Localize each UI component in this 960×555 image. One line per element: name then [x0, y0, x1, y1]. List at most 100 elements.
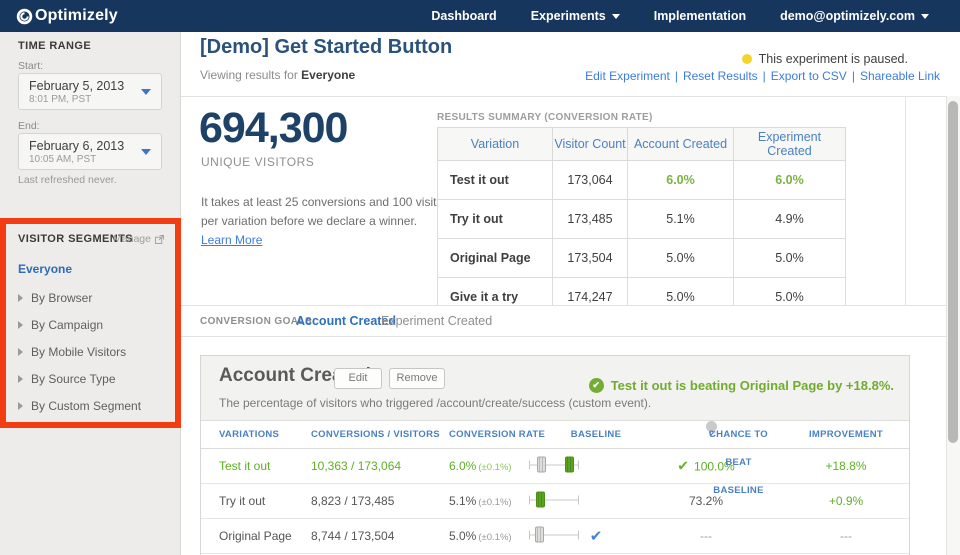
unique-visitors-label: UNIQUE VISITORS	[201, 155, 314, 169]
variation-rate-handle[interactable]	[536, 492, 545, 508]
remove-goal-button[interactable]: Remove	[389, 368, 445, 389]
goal-panel-header: Account Created Edit Remove The percenta…	[201, 356, 909, 421]
tab-experiment-created[interactable]: Experiment Created	[381, 314, 492, 328]
account-created-goal-panel: Account Created Edit Remove The percenta…	[200, 355, 910, 555]
error-margin: (±0.1%)	[478, 532, 511, 543]
variation-name: Test it out	[438, 161, 553, 200]
start-date-value: February 5, 2013	[29, 79, 124, 93]
summary-header-row: Variation Visitor Count Account Created …	[438, 128, 846, 161]
error-margin: (±0.1%)	[478, 497, 511, 508]
viewing-segment-name: Everyone	[301, 68, 355, 82]
chance-to-beat-baseline: ---	[641, 529, 771, 543]
column-experiment-created: Experiment Created	[734, 128, 846, 161]
improvement: ---	[796, 529, 896, 543]
export-to-csv-link[interactable]: Export to CSV	[771, 69, 847, 83]
baseline-rate-handle[interactable]	[535, 527, 544, 543]
column-baseline: BASELINE	[566, 421, 626, 449]
experiment-created-rate: 5.0%	[734, 239, 846, 278]
results-summary-table: Variation Visitor Count Account Created …	[437, 127, 846, 317]
help-question-icon[interactable]: ?	[706, 421, 717, 432]
start-time-value: 8:01 PM, PST	[29, 94, 91, 105]
nav-implementation[interactable]: Implementation	[637, 9, 763, 23]
table-row: Test it out 10,363 / 173,064 6.0%(±0.1%)…	[201, 449, 909, 484]
paused-status-icon	[742, 54, 752, 64]
nav-experiments[interactable]: Experiments	[514, 9, 637, 23]
vertical-scrollbar-thumb[interactable]	[948, 101, 958, 443]
column-account-created: Account Created	[628, 128, 734, 161]
chevron-down-icon	[141, 89, 151, 95]
improvement: +18.8%	[796, 459, 896, 473]
account-created-rate: 5.0%	[628, 239, 734, 278]
conversions-visitors: 8,744 / 173,504	[311, 529, 394, 543]
variation-name: Try it out	[438, 200, 553, 239]
shareable-link[interactable]: Shareable Link	[860, 69, 940, 83]
nav-account-menu[interactable]: demo@optimizely.com	[763, 9, 946, 23]
optimizely-logo[interactable]: Optimizely	[16, 7, 118, 25]
conversion-rate: 5.1%(±0.1%)	[449, 494, 512, 508]
reset-results-link[interactable]: Reset Results	[683, 69, 758, 83]
end-label: End:	[18, 120, 40, 132]
experiment-created-rate: 4.9%	[734, 200, 846, 239]
visitor-count: 173,064	[553, 161, 628, 200]
conversion-rate: 6.0%(±0.1%)	[449, 459, 512, 473]
link-separator: |	[852, 69, 855, 83]
link-separator: |	[763, 69, 766, 83]
table-row: Original Page 8,744 / 173,504 5.0%(±0.1%…	[201, 519, 909, 554]
column-variation: Variation	[438, 128, 553, 161]
segment-by-campaign[interactable]: By Campaign	[18, 318, 103, 332]
segment-everyone-selected[interactable]: Everyone	[18, 262, 72, 276]
header-divider	[181, 96, 946, 97]
error-margin: (±0.1%)	[478, 462, 511, 473]
column-visitor-count: Visitor Count	[553, 128, 628, 161]
conversions-visitors: 10,363 / 173,064	[311, 459, 401, 473]
chevron-right-icon	[18, 321, 23, 329]
unique-visitors-count: 694,300	[199, 104, 347, 153]
optimizely-o-icon	[16, 8, 33, 25]
segment-by-mobile-visitors[interactable]: By Mobile Visitors	[18, 345, 126, 359]
link-separator: |	[675, 69, 678, 83]
end-date-value: February 6, 2013	[29, 139, 124, 153]
external-link-icon	[155, 235, 164, 244]
end-date-picker[interactable]: February 6, 2013 10:05 AM, PST	[18, 133, 162, 170]
start-label: Start:	[18, 60, 43, 72]
edit-experiment-link[interactable]: Edit Experiment	[585, 69, 670, 83]
conversion-rate: 5.0%(±0.1%)	[449, 529, 512, 543]
start-date-picker[interactable]: February 5, 2013 8:01 PM, PST	[18, 73, 162, 110]
chevron-down-icon	[921, 14, 929, 19]
learn-more-link[interactable]: Learn More	[201, 233, 262, 247]
conversion-goals-bar: CONVERSION GOALS: Account Created Experi…	[181, 305, 946, 337]
segment-by-browser[interactable]: By Browser	[18, 291, 92, 305]
confidence-interval-slider[interactable]	[529, 492, 579, 511]
variation-rate-handle[interactable]	[565, 457, 574, 473]
account-created-rate: 6.0%	[628, 161, 734, 200]
nav-dashboard[interactable]: Dashboard	[414, 9, 513, 23]
baseline-rate-handle[interactable]	[537, 457, 546, 473]
segment-by-custom-segment[interactable]: By Custom Segment	[18, 399, 141, 413]
check-circle-icon: ✔	[589, 378, 604, 393]
chevron-right-icon	[18, 294, 23, 302]
status-text: This experiment is paused.	[759, 52, 908, 66]
variation-name: Try it out	[219, 494, 265, 508]
column-conversions-visitors: CONVERSIONS / VISITORS	[311, 421, 440, 449]
segment-by-source-type[interactable]: By Source Type	[18, 372, 116, 386]
page-title: [Demo] Get Started Button	[200, 36, 452, 59]
table-row: Try it out 173,485 5.1% 4.9%	[438, 200, 846, 239]
logo-text: Optimizely	[35, 7, 118, 25]
table-row: Original Page 173,504 5.0% 5.0%	[438, 239, 846, 278]
winner-status-message: ✔ Test it out is beating Original Page b…	[589, 378, 894, 393]
winner-declaration-note: It takes at least 25 conversions and 100…	[201, 193, 461, 230]
chevron-right-icon	[18, 402, 23, 410]
baseline-check-icon: ✔	[566, 527, 626, 545]
chance-to-beat-baseline: ✔100.0%	[641, 458, 771, 475]
visitor-count: 173,485	[553, 200, 628, 239]
nav-items: Dashboard Experiments Implementation dem…	[414, 9, 960, 23]
edit-goal-button[interactable]: Edit	[334, 368, 382, 389]
experiment-status: This experiment is paused.	[742, 52, 908, 66]
end-time-value: 10:05 AM, PST	[29, 154, 96, 165]
confidence-interval-slider[interactable]	[529, 457, 579, 476]
experiment-created-rate: 6.0%	[734, 161, 846, 200]
table-row: Try it out 8,823 / 173,485 5.1%(±0.1%) 7…	[201, 484, 909, 519]
chance-to-beat-baseline: 73.2%	[641, 494, 771, 508]
column-conversion-rate: CONVERSION RATE	[449, 421, 545, 449]
manage-segments-link[interactable]: Manage	[113, 233, 164, 245]
